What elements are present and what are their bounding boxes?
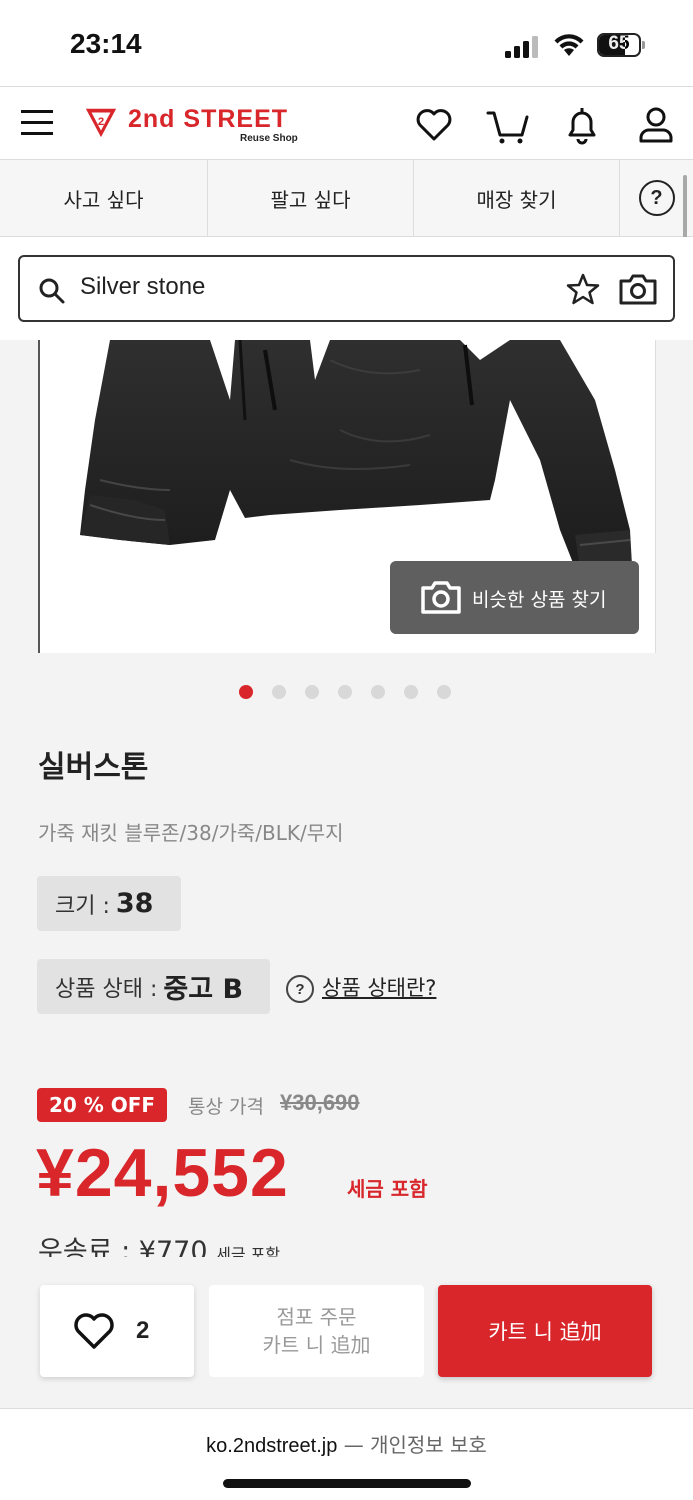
condition-value: 중고 B (163, 974, 244, 1005)
star-icon[interactable] (566, 272, 600, 306)
size-chip: 크기 : 38 (37, 876, 181, 931)
carousel-dots (239, 685, 470, 699)
tab-buy[interactable]: 사고 싶다 (0, 160, 208, 236)
help-icon: ? (638, 180, 675, 216)
sale-price: ¥24,552 (36, 1135, 289, 1211)
size-value: 38 (115, 888, 154, 919)
logo-subtitle: Reuse Shop (240, 133, 298, 144)
add-to-cart-button[interactable]: 카트 니 追加 (438, 1285, 652, 1377)
carousel-dot[interactable] (239, 685, 253, 699)
store-order-line1: 점포 주문 (276, 1305, 357, 1329)
cart-icon[interactable] (486, 105, 530, 145)
bell-icon[interactable] (562, 105, 602, 145)
site-header: 2 2nd STREET Reuse Shop (0, 86, 693, 160)
heart-icon (74, 1313, 114, 1349)
find-similar-label: 비슷한 상품 찾기 (472, 589, 607, 611)
search-input[interactable]: Silver stone (18, 255, 675, 322)
condition-help-link[interactable]: 상품 상태란? (322, 972, 436, 1002)
carousel-dot[interactable] (305, 685, 319, 699)
logo-text: 2nd STREET (128, 105, 289, 133)
carousel-dot[interactable] (371, 685, 385, 699)
brand-logo[interactable]: 2 2nd STREET Reuse Shop (84, 103, 304, 147)
wifi-icon (554, 34, 584, 56)
logo-badge: 2 (98, 116, 104, 128)
product-image-gallery[interactable]: 비슷한 상품 찾기 (38, 340, 656, 653)
shipping-label: 우송료 : ¥770 (38, 1236, 208, 1257)
find-similar-button[interactable]: 비슷한 상품 찾기 (390, 561, 639, 634)
logo-emblem-icon: 2 (85, 108, 117, 138)
camera-icon[interactable] (618, 272, 658, 306)
main-tabs: 사고 싶다 팔고 싶다 매장 찾기 ? (0, 160, 693, 237)
search-value: Silver stone (80, 273, 206, 300)
status-bar: 23:14 65 (0, 0, 693, 86)
menu-icon[interactable] (20, 105, 54, 139)
battery-icon: 65 (597, 33, 645, 57)
favorite-count: 2 (136, 1317, 150, 1344)
shipping-tax-note: 세금 포함 (216, 1245, 281, 1257)
carousel-dot[interactable] (437, 685, 451, 699)
signal-icon (505, 36, 538, 58)
battery-level: 65 (608, 33, 630, 54)
regular-price-label: 통상 가격 (188, 1096, 264, 1118)
shipping-fee: 우송료 : ¥770 세금 포함 (38, 1235, 280, 1257)
tab-sell[interactable]: 팔고 싶다 (208, 160, 414, 236)
user-icon[interactable] (636, 105, 676, 145)
condition-chip: 상품 상태 : 중고 B (37, 959, 270, 1014)
store-order-button[interactable]: 점포 주문 카트 니 追加 (209, 1285, 424, 1377)
regular-price: ¥30,690 (280, 1090, 360, 1115)
size-label: 크기 : (55, 893, 110, 919)
search-icon (39, 278, 65, 304)
home-indicator[interactable] (223, 1479, 471, 1488)
carousel-dot[interactable] (272, 685, 286, 699)
store-order-line2: 카트 니 追加 (262, 1333, 371, 1357)
tab-find-store[interactable]: 매장 찾기 (414, 160, 620, 236)
browser-url-bar[interactable]: ko.2ndstreet.jp — 개인정보 보호 (0, 1408, 693, 1500)
tax-note: 세금 포함 (347, 1177, 428, 1201)
bottom-action-bar: 2 점포 주문 카트 니 追加 카트 니 追加 (0, 1258, 693, 1408)
condition-label: 상품 상태 : (55, 976, 158, 1002)
url-domain: ko.2ndstreet.jp (206, 1435, 338, 1457)
url-privacy: — 개인정보 보호 (343, 1433, 487, 1457)
carousel-dot[interactable] (338, 685, 352, 699)
product-description: 가죽 재킷 블루존/38/가죽/BLK/무지 (38, 821, 344, 845)
discount-badge: 20 % OFF (37, 1088, 167, 1122)
camera-icon (421, 581, 461, 614)
status-time: 23:14 (70, 28, 142, 59)
favorite-button[interactable]: 2 (40, 1285, 194, 1377)
condition-help-icon[interactable]: ? (286, 975, 314, 1003)
heart-icon[interactable] (414, 105, 454, 145)
carousel-dot[interactable] (404, 685, 418, 699)
product-brand: 실버스톤 (38, 750, 149, 785)
search-area: Silver stone (0, 237, 693, 340)
